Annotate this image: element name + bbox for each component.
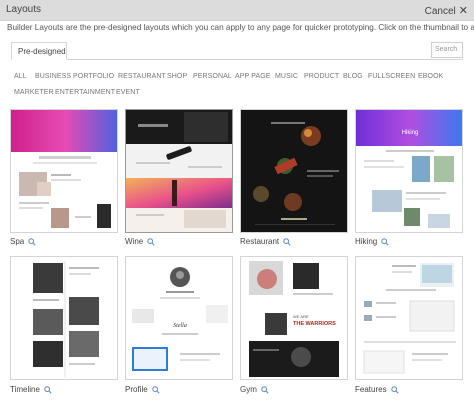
layout-label-spa[interactable]: Spa [10, 237, 36, 246]
zoom-icon[interactable] [147, 238, 155, 246]
layout-label-profile[interactable]: Profile [125, 385, 160, 394]
layout-name: Restaurant [240, 237, 280, 246]
timeline-thumbnail [11, 257, 117, 379]
category-blog[interactable]: BLOG [343, 73, 363, 80]
layout-card-wine[interactable] [125, 109, 233, 233]
zoom-icon[interactable] [381, 238, 389, 246]
tab-divider [11, 59, 463, 60]
category-music[interactable]: MUSIC [275, 73, 298, 80]
category-fullscreen[interactable]: FULLSCREEN [368, 73, 415, 80]
profile-thumbnail: Stella [126, 257, 232, 379]
zoom-icon[interactable] [390, 386, 399, 394]
spa-thumbnail [11, 110, 117, 228]
layout-card-features[interactable] [355, 256, 463, 380]
window-title: Layouts [6, 4, 42, 15]
title-bar: Layouts Cancel ✕ [0, 0, 474, 21]
layout-card-timeline[interactable] [10, 256, 118, 380]
profile-signature: Stella [173, 323, 187, 329]
hiking-header-text: Hiking [402, 130, 419, 136]
category-marketer[interactable]: MARKETER [14, 89, 54, 96]
zoom-icon[interactable] [28, 238, 36, 246]
layout-name: Profile [125, 385, 148, 394]
gym-headline: THE WARRIORS [293, 321, 336, 327]
layout-label-features[interactable]: Features [355, 385, 399, 394]
layout-name: Features [355, 385, 387, 394]
cancel-label: Cancel [424, 6, 456, 17]
category-personal[interactable]: PERSONAL [193, 73, 232, 80]
category-portfolio[interactable]: PORTFOLIO [73, 73, 114, 80]
layout-label-gym[interactable]: Gym [240, 385, 269, 394]
layout-card-restaurant[interactable] [240, 109, 348, 233]
layout-label-hiking[interactable]: Hiking [355, 237, 389, 246]
restaurant-thumbnail [241, 110, 347, 232]
wine-thumbnail [126, 110, 232, 232]
layout-label-wine[interactable]: Wine [125, 237, 155, 246]
layout-label-restaurant[interactable]: Restaurant [240, 237, 291, 246]
zoom-icon[interactable] [283, 238, 291, 246]
gym-thumbnail: WE ARE THE WARRIORS [241, 257, 347, 379]
features-thumbnail [356, 257, 462, 379]
layout-name: Wine [125, 237, 144, 246]
layout-label-timeline[interactable]: Timeline [10, 385, 52, 394]
cancel-button[interactable]: Cancel ✕ [425, 4, 468, 17]
layout-card-hiking[interactable]: Hiking [355, 109, 463, 233]
category-event[interactable]: EVENT [116, 89, 140, 96]
layout-name: Hiking [355, 237, 378, 246]
description: Builder Layouts are the pre-designed lay… [7, 23, 474, 32]
category-all[interactable]: ALL [14, 73, 27, 80]
category-business[interactable]: BUSINESS [35, 73, 71, 80]
search-input[interactable]: Search [431, 42, 463, 58]
category-app-page[interactable]: APP PAGE [235, 73, 271, 80]
layout-name: Timeline [10, 385, 40, 394]
layout-card-profile[interactable]: Stella [125, 256, 233, 380]
zoom-icon[interactable] [151, 386, 160, 394]
zoom-icon[interactable] [44, 386, 52, 394]
hiking-thumbnail: Hiking [356, 110, 462, 228]
layout-name: Spa [10, 237, 25, 246]
category-entertainment[interactable]: ENTERTAINMENT [55, 89, 115, 96]
category-restaurant[interactable]: RESTAURANT [118, 73, 166, 80]
category-ebook[interactable]: EBOOK [418, 73, 443, 80]
tab-pre-designed[interactable]: Pre-designed [11, 42, 67, 60]
close-icon: ✕ [458, 5, 468, 17]
category-shop[interactable]: SHOP [167, 73, 187, 80]
category-product[interactable]: PRODUCT [304, 73, 339, 80]
layout-card-gym[interactable]: WE ARE THE WARRIORS [240, 256, 348, 380]
layout-name: Gym [240, 385, 257, 394]
layout-card-spa[interactable] [10, 109, 118, 233]
gym-sub-text: WE ARE [293, 314, 309, 319]
zoom-icon[interactable] [261, 386, 269, 394]
